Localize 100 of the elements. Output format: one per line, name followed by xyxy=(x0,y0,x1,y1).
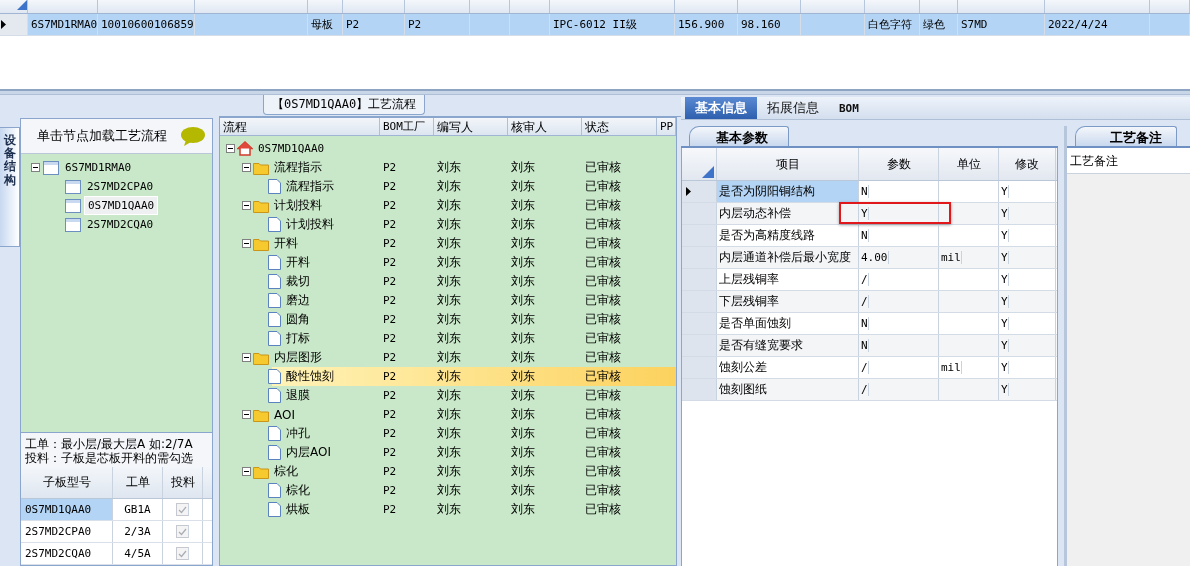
table-cell: 刘东 xyxy=(437,179,461,193)
table-cell: 已审核 xyxy=(585,255,621,269)
node-icon xyxy=(65,217,81,232)
tree-row[interactable]: AOI P2 刘东 刘东 已审核 xyxy=(220,405,676,424)
tab[interactable]: 工艺备注 xyxy=(1075,126,1177,146)
table-row[interactable]: 是否为阴阳铜结构 N Y xyxy=(682,181,1057,203)
column-header: 工单 xyxy=(113,467,163,498)
table-cell: 上层残铜率 xyxy=(717,269,859,290)
table-cell: P2 xyxy=(383,275,397,288)
table-cell: 刘东 xyxy=(511,483,535,497)
collapse-icon[interactable] xyxy=(242,467,251,476)
table-cell: 已审核 xyxy=(585,274,621,288)
checkbox[interactable] xyxy=(176,525,189,538)
checkbox[interactable] xyxy=(176,547,189,560)
table-cell: 4/5A xyxy=(113,543,163,564)
tab[interactable]: 基本参数 xyxy=(689,126,789,146)
checkbox[interactable] xyxy=(176,503,189,516)
collapse-icon[interactable] xyxy=(31,163,40,172)
table-row[interactable]: 是否有缝宽要求 N Y xyxy=(682,335,1057,357)
table-cell: 刘东 xyxy=(437,483,461,497)
table-cell: 98.160 xyxy=(738,14,801,35)
table-cell: 刘东 xyxy=(511,407,535,421)
table-cell: Y xyxy=(1001,361,1009,374)
tree-row[interactable]: 流程指示 P2 刘东 刘东 已审核 xyxy=(220,177,676,196)
tree-item[interactable]: 2S7MD2CQA0 xyxy=(84,216,157,233)
tab[interactable]: 基本信息 xyxy=(685,97,757,119)
tree-item-label: 棕化 xyxy=(285,482,310,499)
tree-row[interactable]: 开料 P2 刘东 刘东 已审核 xyxy=(220,234,676,253)
checkmark-icon xyxy=(178,527,187,536)
tree-row[interactable]: 烘板 P2 刘东 刘东 已审核 xyxy=(220,500,676,519)
tree-item-label: 棕化 xyxy=(273,463,298,480)
table-cell: Y xyxy=(1001,317,1009,330)
file-icon xyxy=(268,331,281,346)
table-cell: P2 xyxy=(383,332,397,345)
tree-row[interactable]: 流程指示 P2 刘东 刘东 已审核 xyxy=(220,158,676,177)
tree-item[interactable]: 0S7MD1QAA0 xyxy=(84,196,159,215)
table-cell: Y xyxy=(1001,229,1009,242)
tree-row[interactable]: 计划投料 P2 刘东 刘东 已审核 xyxy=(220,215,676,234)
table-cell: 刘东 xyxy=(511,217,535,231)
collapse-icon[interactable] xyxy=(242,201,251,210)
collapse-icon[interactable] xyxy=(226,144,235,153)
tree-row[interactable]: 圆角 P2 刘东 刘东 已审核 xyxy=(220,310,676,329)
collapse-icon[interactable] xyxy=(242,410,251,419)
tab[interactable]: BOM xyxy=(829,97,869,119)
table-cell: 已审核 xyxy=(585,369,621,383)
tree-row[interactable]: 内层图形 P2 刘东 刘东 已审核 xyxy=(220,348,676,367)
collapse-icon[interactable] xyxy=(242,239,251,248)
table-row[interactable]: 内层动态补偿 Y Y xyxy=(682,203,1057,225)
collapse-icon[interactable] xyxy=(242,353,251,362)
table-row[interactable]: 蚀刻图纸 / Y xyxy=(682,379,1057,401)
tree-item[interactable]: 6S7MD1RMA0 xyxy=(62,159,135,176)
table-cell[interactable]: 2S7MD2CPA0 xyxy=(21,521,113,542)
tree-row[interactable]: 磨边 P2 刘东 刘东 已审核 xyxy=(220,291,676,310)
table-cell: 刘东 xyxy=(437,198,461,212)
table-row[interactable]: 内层通道补偿后最小宽度 4.00 mil Y xyxy=(682,247,1057,269)
collapse-icon[interactable] xyxy=(242,163,251,172)
file-icon xyxy=(268,483,281,498)
table-cell: P2 xyxy=(383,351,397,364)
tree-item[interactable]: 2S7MD2CPA0 xyxy=(84,178,157,195)
table-row[interactable]: 下层残铜率 / Y xyxy=(682,291,1057,313)
table-cell: / xyxy=(861,295,869,308)
tree-item-label: 0S7MD1QAA0 xyxy=(257,142,325,155)
panel-title: 单击节点加载工艺流程 xyxy=(37,127,167,145)
table-cell: / xyxy=(861,361,869,374)
table-cell[interactable]: 0S7MD1QAA0 xyxy=(21,499,113,520)
table-cell: 已审核 xyxy=(585,236,621,250)
table-cell: 刘东 xyxy=(437,464,461,478)
tree-row[interactable]: 棕化 P2 刘东 刘东 已审核 xyxy=(220,462,676,481)
table-cell: P2 xyxy=(383,294,397,307)
file-icon xyxy=(268,217,281,232)
tree-item-label: 开料 xyxy=(273,235,298,252)
table-cell: / xyxy=(861,383,869,396)
table-cell[interactable]: 2S7MD2CQA0 xyxy=(21,543,113,564)
tree-row[interactable]: 开料 P2 刘东 刘东 已审核 xyxy=(220,253,676,272)
tree-row[interactable]: 棕化 P2 刘东 刘东 已审核 xyxy=(220,481,676,500)
panel-title: 【0S7MD1QAA0】工艺流程 xyxy=(263,95,426,115)
row-header[interactable] xyxy=(682,181,717,202)
tree-row[interactable]: 0S7MD1QAA0 xyxy=(220,139,676,158)
tree-row[interactable]: 内层AOI P2 刘东 刘东 已审核 xyxy=(220,443,676,462)
table-cell: 刘东 xyxy=(511,198,535,212)
tree-row[interactable]: 计划投料 P2 刘东 刘东 已审核 xyxy=(220,196,676,215)
tab[interactable]: 拓展信息 xyxy=(757,97,829,119)
tree-row[interactable]: 退膜 P2 刘东 刘东 已审核 xyxy=(220,386,676,405)
table-cell: P2 xyxy=(383,370,397,383)
column-header: 项目 xyxy=(717,148,859,180)
table-cell: 已审核 xyxy=(585,407,621,421)
table-cell: 刘东 xyxy=(437,293,461,307)
table-cell: 刘东 xyxy=(437,312,461,326)
table-cell: 156.900 xyxy=(675,14,738,35)
tree-row[interactable]: 打标 P2 刘东 刘东 已审核 xyxy=(220,329,676,348)
tree-row[interactable]: 冲孔 P2 刘东 刘东 已审核 xyxy=(220,424,676,443)
tree-item-label: 退膜 xyxy=(285,387,310,404)
table-cell: mil xyxy=(941,251,962,264)
table-cell: 4.00 xyxy=(861,251,889,264)
table-row[interactable]: 6S7MD1RMA0 10010600106859 母板 P2 P2 IPC-6012 II级 156.900 98.160 白色字符 绿色 S7MD 2022/4/24 xyxy=(0,14,1190,36)
table-cell: 刘东 xyxy=(437,274,461,288)
tree-item-label: 酸性蚀刻 xyxy=(285,368,334,385)
side-tab[interactable]: 设备结构 xyxy=(0,127,20,247)
tree-row[interactable]: 裁切 P2 刘东 刘东 已审核 xyxy=(220,272,676,291)
table-cell: 已审核 xyxy=(585,464,621,478)
